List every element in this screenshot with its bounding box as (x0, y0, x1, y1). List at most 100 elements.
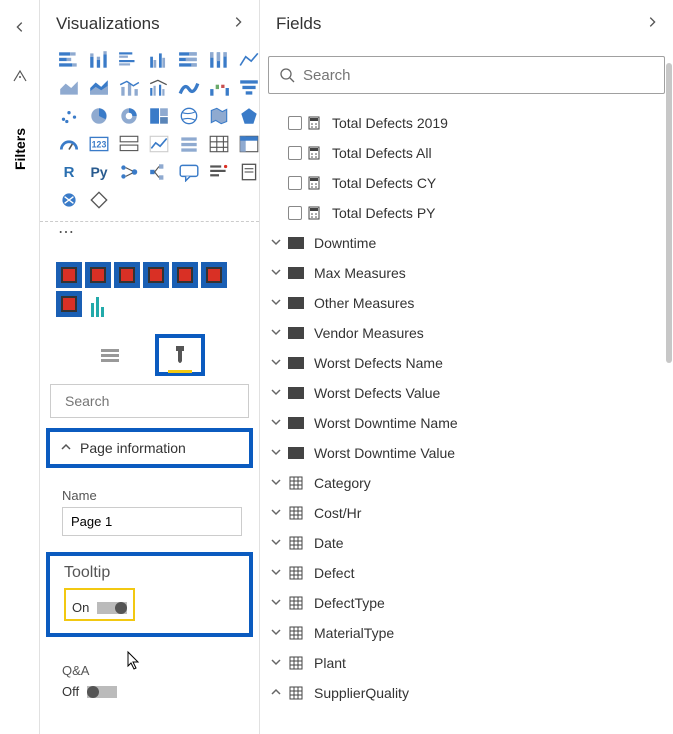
table-label: SupplierQuality (314, 685, 661, 701)
line-stacked-column-icon[interactable] (116, 76, 142, 100)
python-visual-icon[interactable]: Py (86, 160, 112, 184)
field-folder[interactable]: Max Measures (260, 258, 667, 288)
field-measure[interactable]: Total Defects PY (260, 198, 667, 228)
scrollbar[interactable] (665, 63, 673, 734)
folder-label: Other Measures (314, 295, 661, 311)
card-icon[interactable]: 123 (86, 132, 112, 156)
clustered-bar-icon[interactable] (116, 48, 142, 72)
page-information-header[interactable]: Page information (50, 432, 249, 464)
clustered-column-icon[interactable] (146, 48, 172, 72)
folder-label: Worst Defects Value (314, 385, 661, 401)
field-folder[interactable]: Worst Defects Value (260, 378, 667, 408)
stacked-area-icon[interactable] (86, 76, 112, 100)
qa-toggle[interactable] (87, 686, 117, 698)
scrollbar-thumb[interactable] (666, 63, 672, 363)
gauge-icon[interactable] (56, 132, 82, 156)
map-icon[interactable] (176, 104, 202, 128)
waterfall-icon[interactable] (206, 76, 232, 100)
checkbox[interactable] (288, 146, 302, 160)
treemap-icon[interactable] (146, 104, 172, 128)
smart-narrative-icon[interactable] (206, 160, 232, 184)
custom-visual-icon[interactable] (201, 262, 227, 288)
table-icon (288, 596, 304, 610)
custom-visual-icon[interactable] (172, 262, 198, 288)
funnel-icon[interactable] (236, 76, 262, 100)
shape-map-icon[interactable] (236, 104, 262, 128)
scatter-icon[interactable] (56, 104, 82, 128)
custom-visual-icon[interactable] (114, 262, 140, 288)
format-search-input[interactable] (65, 393, 246, 409)
qa-visual-icon[interactable] (176, 160, 202, 184)
field-folder[interactable]: Vendor Measures (260, 318, 667, 348)
decomposition-tree-icon[interactable] (146, 160, 172, 184)
chevron-down-icon (270, 385, 282, 401)
collapse-visualizations-icon[interactable] (231, 15, 245, 34)
format-search-box[interactable] (50, 384, 249, 418)
expand-filters-chevron-icon[interactable] (13, 20, 27, 39)
field-table[interactable]: Date (260, 528, 667, 558)
line-clustered-column-icon[interactable] (146, 76, 172, 100)
collapse-fields-icon[interactable] (645, 15, 659, 34)
checkbox[interactable] (288, 176, 302, 190)
field-folder[interactable]: Other Measures (260, 288, 667, 318)
matrix-icon[interactable] (236, 132, 262, 156)
paginated-report-icon[interactable] (236, 160, 262, 184)
field-measure[interactable]: Total Defects 2019 (260, 108, 667, 138)
field-label: Total Defects PY (332, 205, 661, 221)
page-name-input[interactable] (62, 507, 242, 536)
slicer-icon[interactable] (176, 132, 202, 156)
field-table[interactable]: Cost/Hr (260, 498, 667, 528)
checkbox[interactable] (288, 206, 302, 220)
filters-label[interactable]: Filters (12, 128, 28, 170)
page-information-label: Page information (80, 440, 186, 456)
custom-visual-icon[interactable] (85, 291, 111, 317)
field-table[interactable]: SupplierQuality (260, 678, 667, 708)
r-visual-icon[interactable]: R (56, 160, 82, 184)
key-influencers-icon[interactable] (116, 160, 142, 184)
field-folder[interactable]: Worst Downtime Value (260, 438, 667, 468)
more-visuals-icon[interactable]: ⋯ (40, 222, 259, 242)
stacked-bar-icon[interactable] (56, 48, 82, 72)
panel-icon[interactable] (12, 69, 28, 88)
arcgis-icon[interactable] (56, 188, 82, 212)
field-table[interactable]: DefectType (260, 588, 667, 618)
area-chart-icon[interactable] (56, 76, 82, 100)
field-measure[interactable]: Total Defects All (260, 138, 667, 168)
filled-map-icon[interactable] (206, 104, 232, 128)
fields-search-input[interactable] (303, 67, 654, 84)
custom-visual-icon[interactable] (143, 262, 169, 288)
kpi-icon[interactable] (146, 132, 172, 156)
line-chart-icon[interactable] (236, 48, 262, 72)
format-tab-icon[interactable] (165, 340, 195, 370)
stacked-column-icon[interactable] (86, 48, 112, 72)
field-table[interactable]: Defect (260, 558, 667, 588)
fields-search-box[interactable] (268, 56, 665, 94)
custom-visual-icon[interactable] (85, 262, 111, 288)
field-folder[interactable]: Downtime (260, 228, 667, 258)
table-icon (288, 626, 304, 640)
checkbox[interactable] (288, 116, 302, 130)
hundred-stacked-bar-icon[interactable] (176, 48, 202, 72)
tooltip-toggle[interactable] (97, 602, 127, 614)
field-folder[interactable]: Worst Defects Name (260, 348, 667, 378)
field-folder[interactable]: Worst Downtime Name (260, 408, 667, 438)
calculator-icon (308, 146, 322, 160)
ribbon-chart-icon[interactable] (176, 76, 202, 100)
table-icon[interactable] (206, 132, 232, 156)
field-table[interactable]: MaterialType (260, 618, 667, 648)
hundred-stacked-column-icon[interactable] (206, 48, 232, 72)
tooltip-toggle-highlight: On (64, 588, 135, 621)
custom-visual-icon[interactable] (56, 291, 82, 317)
pie-chart-icon[interactable] (86, 104, 112, 128)
fields-tab-icon[interactable] (95, 340, 125, 370)
donut-chart-icon[interactable] (116, 104, 142, 128)
power-apps-icon[interactable] (86, 188, 112, 212)
field-table[interactable]: Category (260, 468, 667, 498)
chevron-down-icon (270, 625, 282, 641)
table-label: Defect (314, 565, 661, 581)
custom-visual-icon[interactable] (56, 262, 82, 288)
field-measure[interactable]: Total Defects CY (260, 168, 667, 198)
multi-row-card-icon[interactable] (116, 132, 142, 156)
field-table[interactable]: Plant (260, 648, 667, 678)
table-label: Date (314, 535, 661, 551)
